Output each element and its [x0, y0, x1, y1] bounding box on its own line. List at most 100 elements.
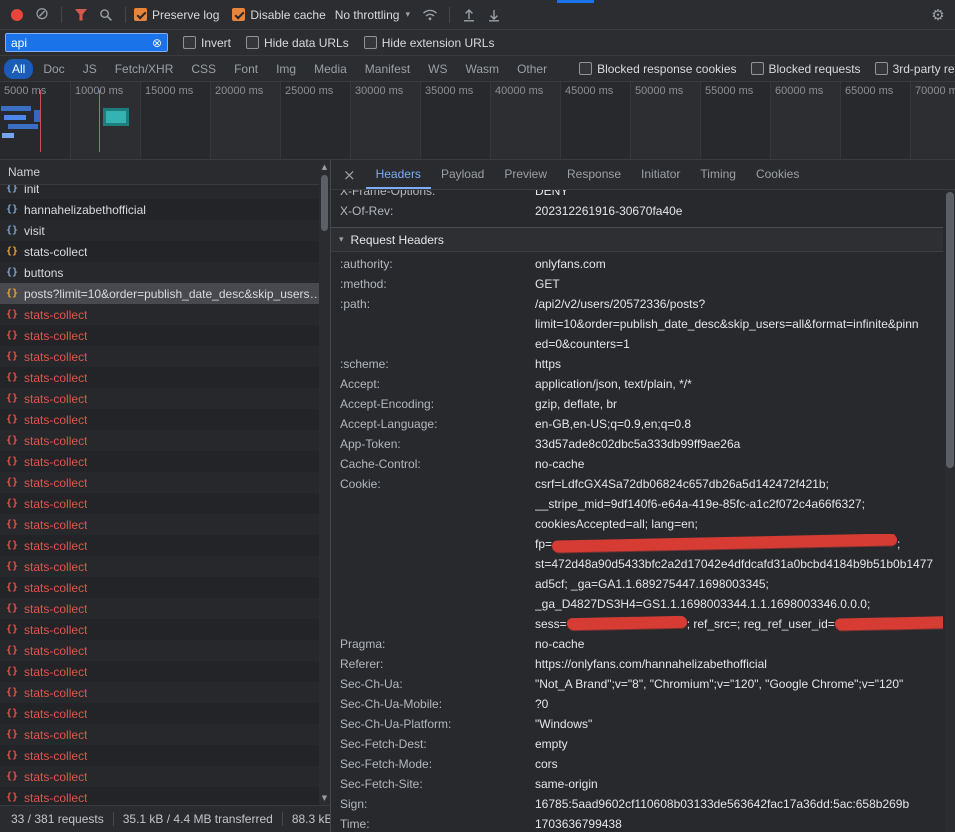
- request-row[interactable]: {}stats-collect: [0, 787, 330, 805]
- request-row[interactable]: {}init: [0, 185, 330, 199]
- details-scrollbar[interactable]: [945, 190, 955, 832]
- tab-payload[interactable]: Payload: [431, 160, 494, 189]
- network-overview[interactable]: 5000 ms10000 ms15000 ms20000 ms25000 ms3…: [0, 82, 955, 160]
- request-row[interactable]: {}stats-collect: [0, 430, 330, 451]
- tab-cookies[interactable]: Cookies: [746, 160, 809, 189]
- filter-input[interactable]: api ⊗: [5, 33, 168, 52]
- request-name: stats-collect: [24, 623, 87, 637]
- filter-pill-doc[interactable]: Doc: [35, 59, 72, 79]
- request-headers-section-header[interactable]: ▾ Request Headers: [331, 227, 943, 252]
- request-row[interactable]: {}stats-collect: [0, 346, 330, 367]
- scroll-down-icon[interactable]: ▼: [319, 793, 330, 803]
- type-filter-bar: AllDocJSFetch/XHRCSSFontImgMediaManifest…: [0, 56, 955, 82]
- request-row[interactable]: {}stats-collect: [0, 556, 330, 577]
- request-row[interactable]: {}stats-collect: [0, 514, 330, 535]
- request-row[interactable]: {}stats-collect: [0, 472, 330, 493]
- timeline-tick-label: 30000 ms: [355, 85, 403, 97]
- request-row[interactable]: {}posts?limit=10&order=publish_date_desc…: [0, 283, 330, 304]
- filter-pill-all[interactable]: All: [4, 59, 33, 79]
- request-row[interactable]: {}stats-collect: [0, 409, 330, 430]
- search-button[interactable]: [95, 4, 117, 26]
- scrollbar-thumb[interactable]: [946, 192, 954, 468]
- hide-data-urls-checkbox[interactable]: Hide data URLs: [246, 36, 349, 50]
- request-row[interactable]: {}buttons: [0, 262, 330, 283]
- timeline-tick-label: 40000 ms: [495, 85, 543, 97]
- clear-filter-icon[interactable]: ⊗: [152, 37, 162, 49]
- third-party-requests-checkbox[interactable]: 3rd-party requests: [875, 62, 955, 76]
- header-value: 33d57ade8c02dbc5a333db99ff9ae26a: [535, 434, 943, 454]
- filter-toggle-button[interactable]: [70, 4, 92, 26]
- scrollbar-thumb[interactable]: [321, 175, 328, 231]
- clear-button[interactable]: ⊘: [31, 4, 53, 26]
- import-har-button[interactable]: [458, 4, 480, 26]
- request-row[interactable]: {}stats-collect: [0, 766, 330, 787]
- request-row[interactable]: {}stats-collect: [0, 703, 330, 724]
- tab-headers[interactable]: Headers: [366, 160, 431, 189]
- filter-pill-js[interactable]: JS: [75, 59, 105, 79]
- hide-extension-urls-checkbox[interactable]: Hide extension URLs: [364, 36, 495, 50]
- tab-initiator[interactable]: Initiator: [631, 160, 690, 189]
- request-row[interactable]: {}stats-collect: [0, 388, 330, 409]
- tab-preview[interactable]: Preview: [494, 160, 557, 189]
- throttling-select[interactable]: No throttling ▾: [335, 8, 410, 22]
- request-row[interactable]: {}stats-collect: [0, 304, 330, 325]
- settings-button[interactable]: ⚙: [927, 4, 949, 26]
- request-row[interactable]: {}stats-collect: [0, 661, 330, 682]
- filter-pill-img[interactable]: Img: [268, 59, 304, 79]
- request-row[interactable]: {}stats-collect: [0, 535, 330, 556]
- disable-cache-checkbox[interactable]: Disable cache: [232, 8, 325, 22]
- export-har-button[interactable]: [483, 4, 505, 26]
- request-row[interactable]: {}stats-collect: [0, 640, 330, 661]
- filter-pill-css[interactable]: CSS: [183, 59, 224, 79]
- checkbox-unchecked-icon: [183, 36, 196, 49]
- blocked-response-cookies-checkbox[interactable]: Blocked response cookies: [579, 62, 736, 76]
- request-row[interactable]: {}stats-collect: [0, 598, 330, 619]
- redaction-scribble: [835, 615, 943, 630]
- request-row[interactable]: {}stats-collect: [0, 682, 330, 703]
- preserve-log-checkbox[interactable]: Preserve log: [134, 8, 219, 22]
- close-icon[interactable]: ×: [331, 166, 366, 184]
- request-name: stats-collect: [24, 560, 87, 574]
- request-row[interactable]: {}stats-collect: [0, 724, 330, 745]
- request-row[interactable]: {}stats-collect: [0, 745, 330, 766]
- checkbox-unchecked-icon: [751, 62, 764, 75]
- tab-response[interactable]: Response: [557, 160, 631, 189]
- filter-pill-wasm[interactable]: Wasm: [458, 59, 508, 79]
- filter-pill-fetch-xhr[interactable]: Fetch/XHR: [107, 59, 182, 79]
- timeline-band: 15000 ms: [140, 82, 210, 159]
- request-row[interactable]: {}stats-collect: [0, 493, 330, 514]
- filter-pill-media[interactable]: Media: [306, 59, 355, 79]
- request-row[interactable]: {}stats-collect: [0, 325, 330, 346]
- header-row: Cookie:csrf=LdfcGX4Sa72db06824c657db26a5…: [331, 474, 943, 634]
- record-button[interactable]: [6, 4, 28, 26]
- header-row: :path:/api2/v2/users/20572336/posts?limi…: [331, 294, 943, 354]
- requests-scrollbar[interactable]: ▲ ▼: [319, 160, 330, 805]
- details-pane: × HeadersPayloadPreviewResponseInitiator…: [330, 160, 955, 832]
- name-column-header[interactable]: Name: [0, 160, 330, 185]
- timeline-tick-label: 70000 ms: [915, 85, 955, 97]
- scroll-up-icon[interactable]: ▲: [319, 162, 330, 172]
- header-name: Sec-Fetch-Site:: [331, 774, 535, 794]
- filter-pill-other[interactable]: Other: [509, 59, 555, 79]
- request-row[interactable]: {}stats-collect: [0, 451, 330, 472]
- request-row[interactable]: {}stats-collect: [0, 241, 330, 262]
- tab-timing[interactable]: Timing: [690, 160, 746, 189]
- checkbox-checked-icon: [232, 8, 245, 21]
- timeline-band: 25000 ms: [280, 82, 350, 159]
- filter-pill-font[interactable]: Font: [226, 59, 266, 79]
- json-request-icon: {}: [6, 666, 18, 677]
- filter-pill-manifest[interactable]: Manifest: [357, 59, 418, 79]
- header-name: App-Token:: [331, 434, 535, 454]
- toolbar-divider: [61, 7, 62, 23]
- request-row[interactable]: {}visit: [0, 220, 330, 241]
- name-column-label: Name: [8, 165, 40, 179]
- request-row[interactable]: {}stats-collect: [0, 619, 330, 640]
- invert-checkbox[interactable]: Invert: [183, 36, 231, 50]
- network-conditions-button[interactable]: [419, 4, 441, 26]
- request-row[interactable]: {}stats-collect: [0, 577, 330, 598]
- request-row[interactable]: {}hannahelizabethofficial: [0, 199, 330, 220]
- blocked-requests-checkbox[interactable]: Blocked requests: [751, 62, 861, 76]
- header-value: 1703636799438: [535, 814, 943, 832]
- filter-pill-ws[interactable]: WS: [420, 59, 455, 79]
- request-row[interactable]: {}stats-collect: [0, 367, 330, 388]
